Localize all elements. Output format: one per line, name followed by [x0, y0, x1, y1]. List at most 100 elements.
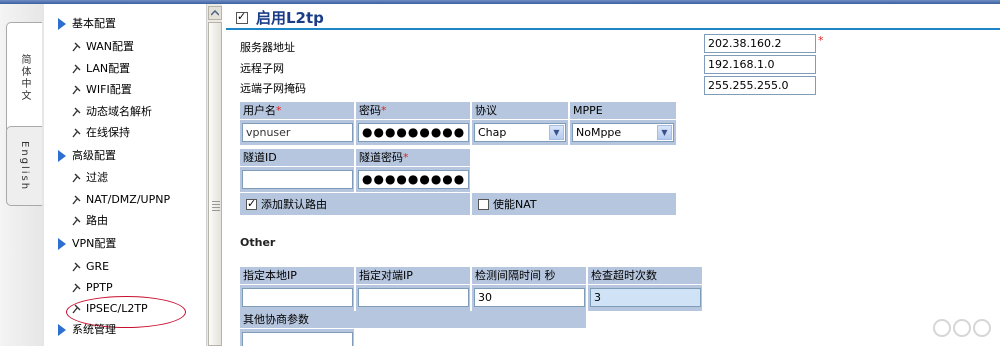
expand-arrow-icon	[58, 150, 66, 162]
pin-icon	[72, 173, 81, 183]
nav-item-ddns[interactable]: 动态域名解析	[72, 102, 152, 122]
grip-line	[212, 201, 220, 202]
tunnel-id-header: 隧道ID	[240, 149, 354, 166]
pin-icon	[72, 107, 81, 117]
required-mark: *	[276, 104, 282, 117]
other-params-header: 其他协商参数	[240, 311, 586, 328]
remote-subnet-input[interactable]: 192.168.1.0	[704, 55, 816, 74]
default-route-checkbox[interactable]	[246, 197, 257, 210]
nav-label: 基本配置	[72, 17, 116, 30]
server-address-input[interactable]: 202.38.160.2	[704, 34, 816, 53]
tab-chinese-label: 简体中文	[19, 54, 30, 102]
mppe-header: MPPE	[570, 102, 676, 119]
nav-label: 高级配置	[72, 149, 116, 162]
nav-label: 过滤	[86, 171, 108, 184]
scroll-thumb[interactable]	[208, 22, 222, 346]
interval-header: 检测间隔时间 秒	[472, 267, 586, 284]
timeout-input[interactable]: 3	[590, 288, 701, 307]
tunnel-password-header: 隧道密码*	[356, 149, 470, 166]
page-title: 启用L2tp	[256, 9, 324, 27]
chevron-up-icon	[211, 10, 219, 16]
pin-icon	[72, 216, 81, 226]
enable-nat-checkbox[interactable]	[478, 198, 489, 210]
password-input[interactable]: ●●●●●●●●●	[358, 123, 469, 142]
tab-english[interactable]: English	[6, 126, 42, 206]
tunnel-password-input[interactable]: ●●●●●●●●●	[358, 170, 469, 189]
watermark-icon	[933, 319, 991, 337]
chevron-down-icon: ▼	[657, 125, 672, 140]
pin-icon	[72, 283, 81, 293]
username-header-text: 用户名	[243, 104, 276, 117]
required-mark: *	[403, 151, 409, 164]
nav-label: 动态域名解析	[86, 105, 152, 118]
grip-line	[212, 204, 220, 205]
tunnel-id-input[interactable]	[242, 170, 353, 189]
protocol-header: 协议	[472, 102, 568, 119]
pin-icon	[72, 64, 81, 74]
nav-item-lan[interactable]: LAN配置	[72, 59, 130, 79]
nav-label: WIFI配置	[86, 83, 132, 96]
remote-ip-header: 指定对端IP	[356, 267, 470, 284]
grip-line	[212, 207, 220, 208]
remote-mask-label: 远端子网掩码	[240, 82, 306, 95]
remote-ip-input[interactable]	[358, 288, 469, 307]
enable-nat-label: 使能NAT	[493, 198, 537, 211]
pin-icon	[72, 262, 81, 272]
username-header: 用户名*	[240, 102, 354, 119]
tab-chinese[interactable]: 简体中文	[6, 22, 42, 134]
mppe-select[interactable]: NoMppe ▼	[572, 123, 674, 142]
title-divider	[226, 28, 1000, 30]
nav-item-keepalive[interactable]: 在线保持	[72, 123, 130, 143]
expand-arrow-icon	[58, 238, 66, 250]
default-route-label: 添加默认路由	[261, 198, 327, 211]
remote-mask-input[interactable]: 255.255.255.0	[704, 76, 816, 95]
enable-l2tp-checkbox[interactable]	[236, 10, 248, 24]
nav-label: 系统管理	[72, 323, 116, 336]
nav-label: VPN配置	[72, 237, 117, 250]
interval-input[interactable]: 30	[474, 288, 585, 307]
username-input[interactable]: vpnuser	[242, 123, 353, 142]
nav-scrollbar[interactable]	[206, 4, 222, 346]
password-header: 密码*	[356, 102, 470, 119]
nav-item-wan[interactable]: WAN配置	[72, 37, 134, 57]
language-tab-bar: 简体中文 English	[0, 4, 44, 346]
nav-label: WAN配置	[86, 40, 135, 53]
protocol-select[interactable]: Chap ▼	[474, 123, 566, 142]
nav-item-pptp[interactable]: PPTP	[72, 278, 113, 298]
pin-icon	[72, 42, 81, 52]
nav-label: PPTP	[86, 281, 113, 294]
scroll-up-button[interactable]	[208, 6, 222, 20]
nav-label: LAN配置	[86, 62, 131, 75]
default-route-row: 添加默认路由	[240, 193, 470, 215]
other-params-input[interactable]	[242, 332, 353, 346]
nav-label: GRE	[86, 260, 110, 273]
nav-item-filter[interactable]: 过滤	[72, 168, 108, 188]
pin-icon	[72, 195, 81, 205]
l2tp-config-panel: 启用L2tp 服务器地址 202.38.160.2 * 远程子网 192.168…	[226, 4, 1000, 346]
expand-arrow-icon	[58, 324, 66, 336]
tab-english-label: English	[19, 140, 30, 192]
protocol-select-value: Chap	[478, 126, 507, 139]
enable-l2tp-row: 启用L2tp	[236, 7, 324, 28]
nav-label: 路由	[86, 214, 108, 227]
watermark-deco	[932, 316, 992, 342]
remote-subnet-label: 远程子网	[240, 62, 284, 75]
enable-nat-row: 使能NAT	[472, 193, 676, 215]
nav-item-gre[interactable]: GRE	[72, 257, 109, 277]
nav-label: 在线保持	[86, 126, 130, 139]
nav-item-basic[interactable]: 基本配置	[58, 14, 116, 34]
nav-item-route[interactable]: 路由	[72, 211, 108, 231]
nav-tree: 基本配置 WAN配置 LAN配置 WIFI配置 动态域名解析 在线保持 高级配置…	[44, 4, 206, 346]
nav-item-wifi[interactable]: WIFI配置	[72, 80, 132, 100]
nav-label: NAT/DMZ/UPNP	[86, 193, 171, 206]
server-address-label: 服务器地址	[240, 41, 295, 54]
expand-arrow-icon	[58, 18, 66, 30]
nav-item-advanced[interactable]: 高级配置	[58, 146, 116, 166]
grip-line	[212, 210, 220, 211]
other-section-heading: Other	[240, 236, 276, 249]
nav-item-system[interactable]: 系统管理	[58, 320, 116, 340]
local-ip-header: 指定本地IP	[240, 267, 354, 284]
local-ip-input[interactable]	[242, 288, 353, 307]
nav-item-nat[interactable]: NAT/DMZ/UPNP	[72, 190, 170, 210]
nav-item-vpn[interactable]: VPN配置	[58, 234, 116, 254]
